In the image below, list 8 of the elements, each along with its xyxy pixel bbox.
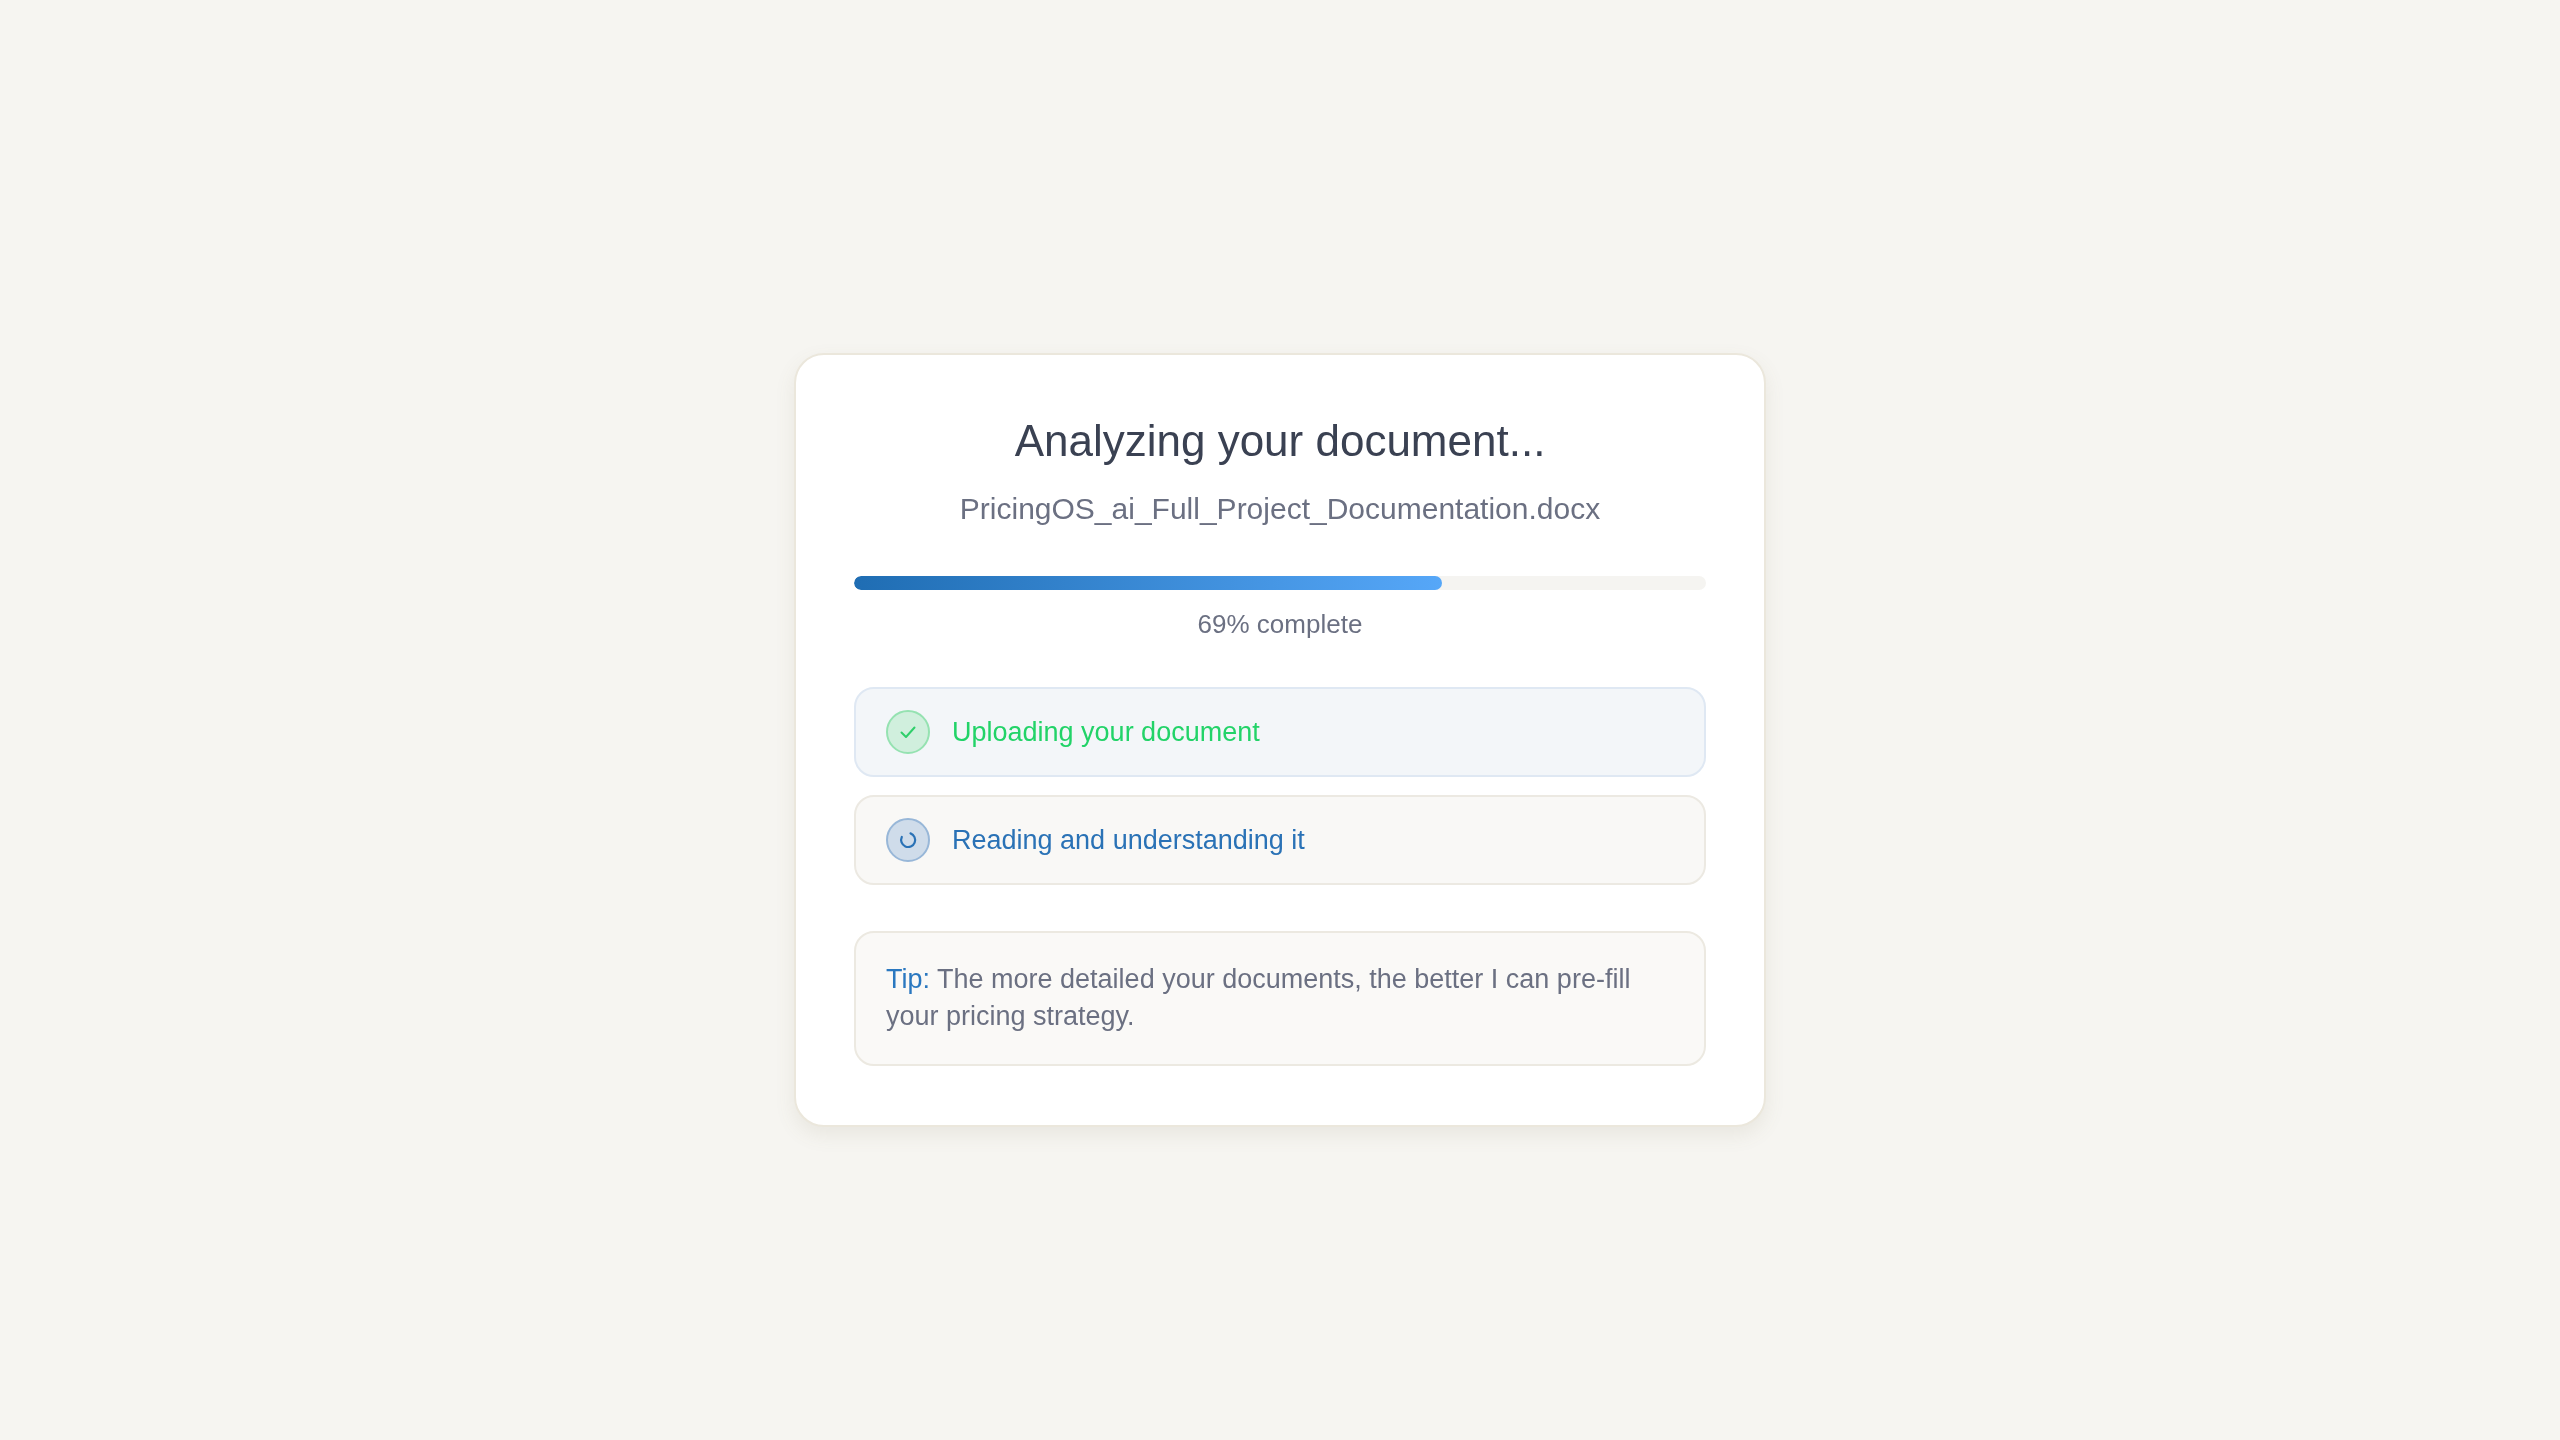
spinner-icon <box>886 818 930 862</box>
step-label: Reading and understanding it <box>952 824 1305 856</box>
tip-text: Tip: The more detailed your documents, the better I can pre-fill your pricing strategy. <box>886 963 1632 1033</box>
step-label: Uploading your document <box>952 716 1260 748</box>
file-name: PricingOS_ai_Full_Project_Documentation.docx <box>958 491 1602 527</box>
check-icon <box>886 710 930 754</box>
card-title: Analyzing your document... <box>1013 416 1547 466</box>
progress-reading: 69% complete <box>1196 608 1364 640</box>
